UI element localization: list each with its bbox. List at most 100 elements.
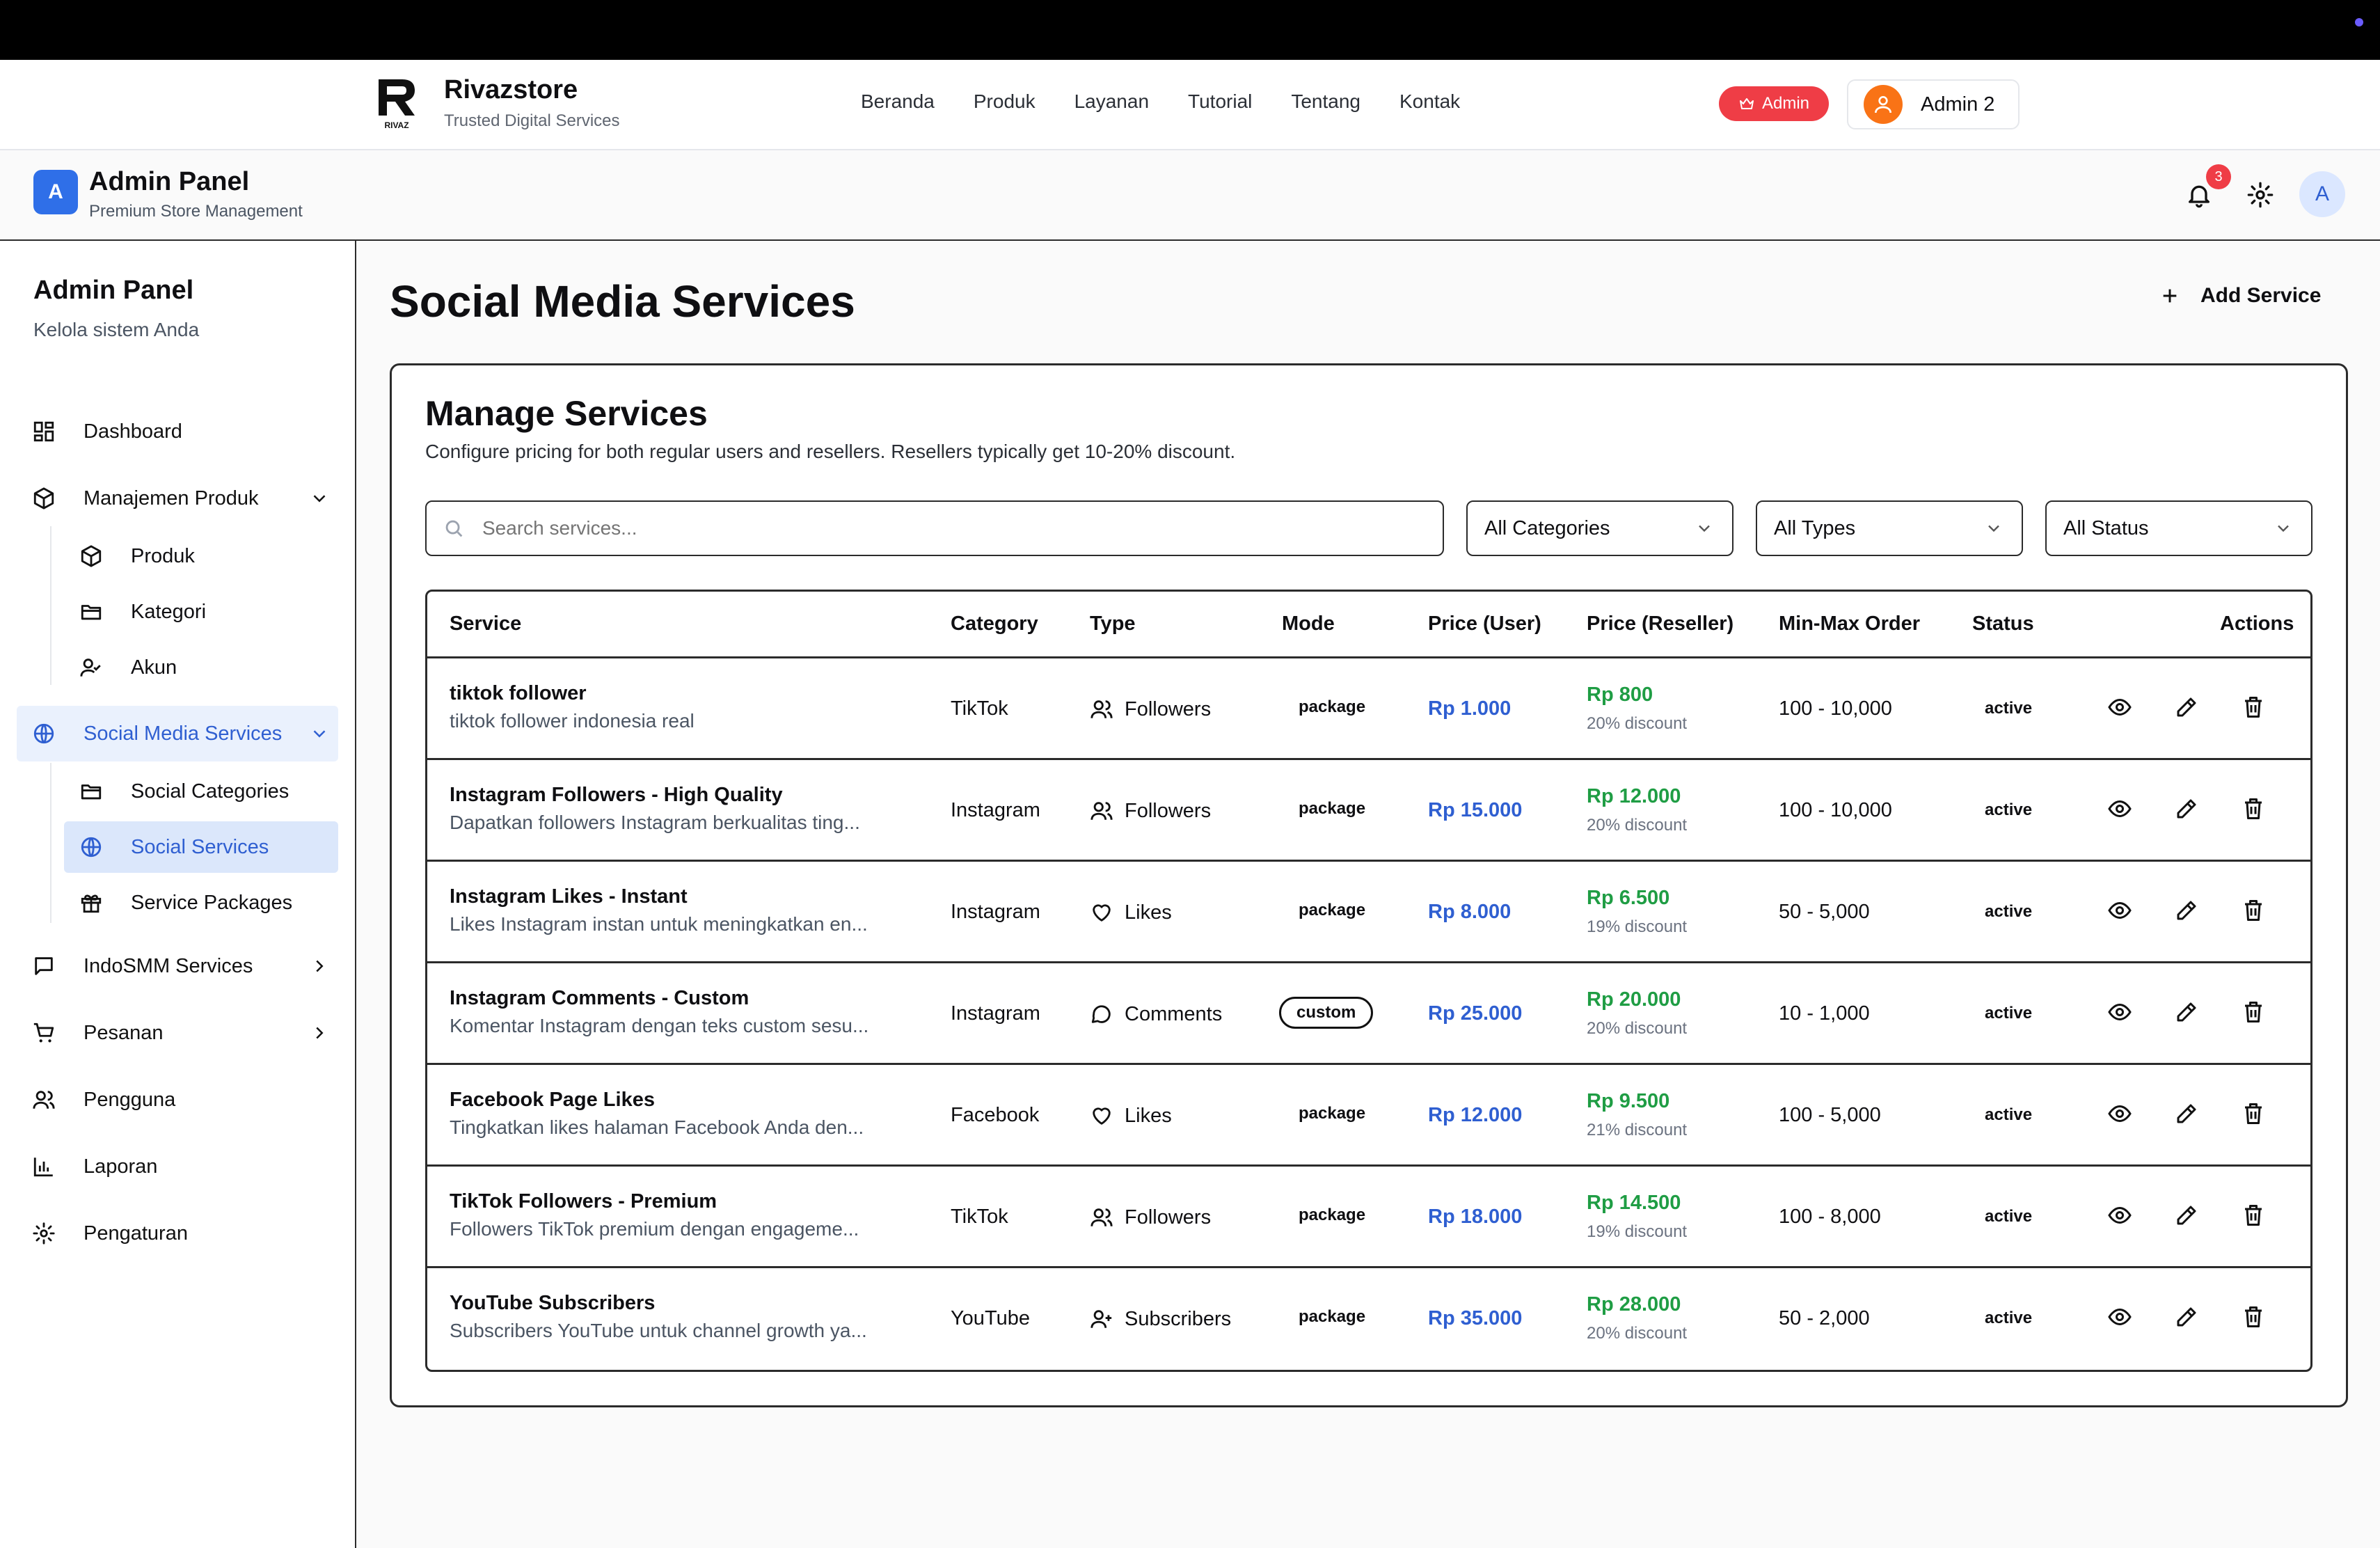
sidebar-item-akun[interactable]: Akun xyxy=(64,642,338,693)
service-type: Subscribers xyxy=(1090,1307,1231,1331)
panel-avatar[interactable]: A xyxy=(2299,171,2345,217)
sidebar-item-kategori[interactable]: Kategori xyxy=(64,586,338,638)
trash-icon[interactable] xyxy=(2241,1000,2266,1025)
chevron-down-icon xyxy=(2278,525,2289,532)
trash-icon[interactable] xyxy=(2241,898,2266,923)
edit-icon[interactable] xyxy=(2174,1203,2199,1228)
service-type: Likes xyxy=(1090,1104,1172,1128)
panel-title: Admin Panel xyxy=(89,167,250,196)
col-status: Status xyxy=(1972,613,2034,635)
svg-text:RIVAZ: RIVAZ xyxy=(384,120,408,130)
service-name: Instagram Followers - High Quality xyxy=(450,784,783,806)
chevron-down-icon xyxy=(313,730,326,738)
brand-tagline: Trusted Digital Services xyxy=(444,111,620,130)
trash-icon[interactable] xyxy=(2241,1203,2266,1228)
search-input[interactable] xyxy=(482,517,1422,539)
status-filter-select[interactable]: All Status xyxy=(2045,500,2312,556)
sidebar-item-service-packages[interactable]: Service Packages xyxy=(64,877,338,929)
category-filter-select[interactable]: All Categories xyxy=(1466,500,1734,556)
eye-icon[interactable] xyxy=(2107,1000,2132,1025)
table-row[interactable]: Facebook Page Likes Tingkatkan likes hala… xyxy=(427,1065,2310,1167)
edit-icon[interactable] xyxy=(2174,1000,2199,1025)
sidebar-item-pengguna[interactable]: Pengguna xyxy=(17,1072,338,1128)
col-price-reseller: Price (Reseller) xyxy=(1587,613,1734,635)
sidebar-item-pesanan[interactable]: Pesanan xyxy=(17,1005,338,1061)
nav-tentang[interactable]: Tentang xyxy=(1291,90,1360,113)
eye-icon[interactable] xyxy=(2107,695,2132,720)
reseller-discount: 21% discount xyxy=(1587,1121,1688,1139)
service-type-label: Followers xyxy=(1125,697,1212,720)
edit-icon[interactable] xyxy=(2174,898,2199,923)
user-menu-button[interactable]: Admin 2 xyxy=(1847,79,2020,129)
nav-layanan[interactable]: Layanan xyxy=(1074,90,1149,113)
eye-icon[interactable] xyxy=(2107,1304,2132,1329)
edit-icon[interactable] xyxy=(2174,1304,2199,1329)
sidebar-item-pengaturan[interactable]: Pengaturan xyxy=(17,1206,338,1261)
sidebar-item-manajemen-produk[interactable]: Manajemen Produk xyxy=(17,471,338,526)
col-price-user: Price (User) xyxy=(1428,613,1541,635)
eye-icon[interactable] xyxy=(2107,898,2132,923)
sidebar-item-laporan[interactable]: Laporan xyxy=(17,1139,338,1194)
edit-icon[interactable] xyxy=(2174,695,2199,720)
message-square-icon xyxy=(35,957,53,975)
table-row[interactable]: TikTok Followers - Premium Followers TikT… xyxy=(427,1167,2310,1268)
tree-line xyxy=(50,526,51,685)
table-row[interactable]: Instagram Likes - Instant Likes Instagram… xyxy=(427,862,2310,963)
eye-icon[interactable] xyxy=(2107,1203,2132,1228)
eye-icon[interactable] xyxy=(2107,1101,2132,1126)
service-type: Followers xyxy=(1090,799,1211,823)
table-row[interactable]: Instagram Followers - High Quality Dapatk… xyxy=(427,760,2310,862)
folder-icon xyxy=(81,784,102,800)
gear-icon[interactable] xyxy=(2246,181,2274,209)
col-actions: Actions xyxy=(2220,613,2294,635)
mode-badge: custom xyxy=(1279,997,1374,1029)
sidebar-item-social-services[interactable]: Social Services xyxy=(64,821,338,873)
category-filter-value: All Categories xyxy=(1484,516,1610,539)
table-row[interactable]: tiktok follower tiktok follower indonesia… xyxy=(427,658,2310,760)
sidebar-item-social-categories[interactable]: Social Categories xyxy=(64,766,338,817)
sidebar-item-label: Service Packages xyxy=(131,891,293,914)
nav-kontak[interactable]: Kontak xyxy=(1399,90,1460,113)
bar-chart-icon xyxy=(33,1158,53,1177)
panel-subtitle: Premium Store Management xyxy=(89,202,303,221)
brand-name[interactable]: Rivazstore xyxy=(444,75,578,105)
service-category: TikTok xyxy=(951,697,1008,720)
rivaz-logo[interactable]: RIVAZ xyxy=(374,75,419,131)
table-row[interactable]: YouTube Subscribers Subscribers YouTube u… xyxy=(427,1268,2310,1370)
min-max-order: 100 - 10,000 xyxy=(1779,697,1892,720)
sidebar-item-indosmm[interactable]: IndoSMM Services xyxy=(17,938,338,994)
reseller-discount: 19% discount xyxy=(1587,1222,1688,1241)
edit-icon[interactable] xyxy=(2174,1101,2199,1126)
nav-beranda[interactable]: Beranda xyxy=(861,90,935,113)
min-max-order: 50 - 5,000 xyxy=(1779,901,1870,923)
nav-produk[interactable]: Produk xyxy=(974,90,1036,113)
sidebar-item-label: Pengguna xyxy=(84,1088,176,1111)
trash-icon[interactable] xyxy=(2241,695,2266,720)
sidebar-subtitle: Kelola sistem Anda xyxy=(33,319,200,340)
trash-icon[interactable] xyxy=(2241,1101,2266,1126)
service-type: Followers xyxy=(1090,697,1211,721)
service-name: YouTube Subscribers xyxy=(450,1292,656,1314)
sidebar-item-label: Social Services xyxy=(131,835,269,858)
eye-icon[interactable] xyxy=(2107,796,2132,821)
chevron-down-icon xyxy=(1988,525,1999,532)
edit-icon[interactable] xyxy=(2174,796,2199,821)
type-filter-select[interactable]: All Types xyxy=(1756,500,2023,556)
add-service-button[interactable]: Add Service xyxy=(2160,284,2321,308)
reseller-discount: 20% discount xyxy=(1587,714,1688,733)
sidebar-item-dashboard[interactable]: Dashboard xyxy=(17,404,338,459)
price-user: Rp 8.000 xyxy=(1428,901,1512,923)
sidebar-item-produk[interactable]: Produk xyxy=(64,530,338,582)
crown-icon xyxy=(1739,98,1754,109)
user-icon xyxy=(1875,96,1891,113)
sidebar-item-social-media-services[interactable]: Social Media Services xyxy=(17,706,338,761)
trash-icon[interactable] xyxy=(2241,796,2266,821)
trash-icon[interactable] xyxy=(2241,1304,2266,1329)
table-row[interactable]: Instagram Comments - Custom Komentar Inst… xyxy=(427,963,2310,1065)
price-user: Rp 35.000 xyxy=(1428,1307,1523,1329)
service-category: Facebook xyxy=(951,1104,1040,1126)
search-field[interactable] xyxy=(425,500,1444,556)
nav-tutorial[interactable]: Tutorial xyxy=(1188,90,1252,113)
service-description: Dapatkan followers Instagram berkualitas… xyxy=(450,812,860,833)
sidebar-item-label: Pesanan xyxy=(84,1021,164,1044)
